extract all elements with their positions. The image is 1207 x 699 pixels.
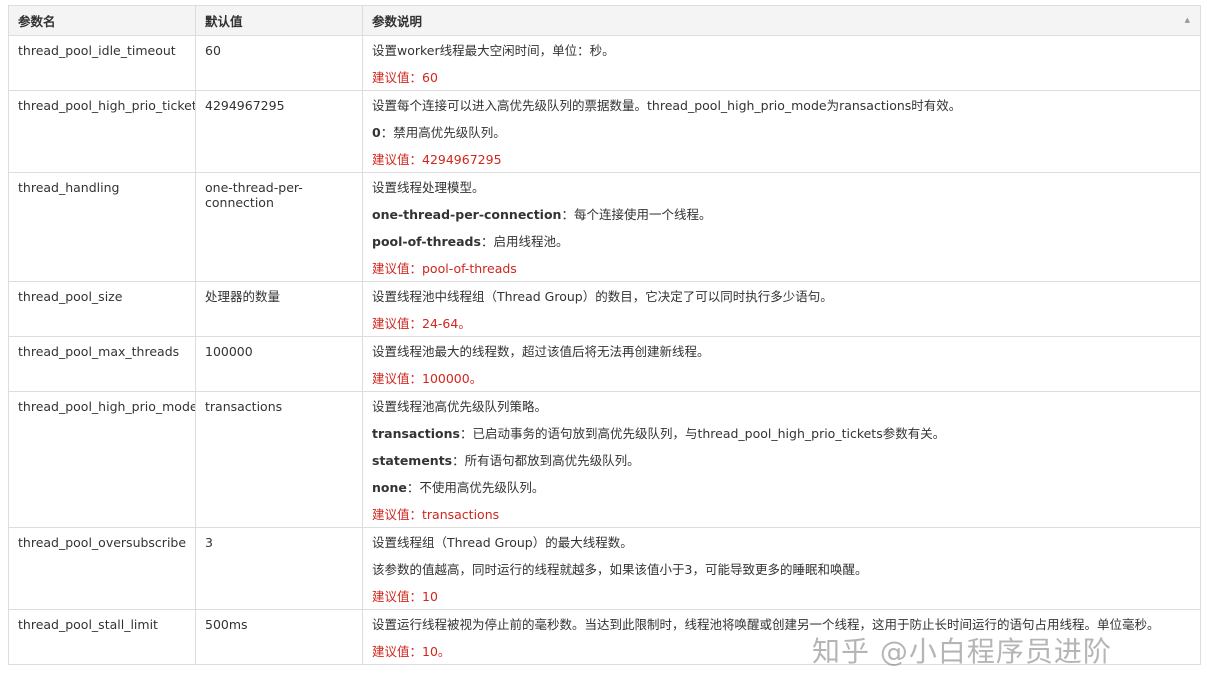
recommended-value: 建议值：4294967295 [372, 152, 502, 167]
desc-term-line: 0：禁用高优先级队列。 [372, 125, 1191, 140]
default-value-cell: 处理器的数量 [195, 281, 363, 337]
desc-text: 设置线程组（Thread Group）的最大线程数。 [372, 535, 633, 550]
table-row: thread_pool_stall_limit 500ms 设置运行线程被视为停止前… [8, 609, 1201, 665]
desc-term: statements [372, 453, 453, 468]
desc-text: 设置worker线程最大空闲时间，单位：秒。 [372, 43, 615, 58]
param-name-cell: thread_handling [8, 172, 196, 282]
table-row: thread_handling one-thread-per-connection… [8, 172, 1201, 282]
recommended-value: 建议值：60 [372, 70, 438, 85]
param-name-cell: thread_pool_idle_timeout [8, 35, 196, 91]
desc-text: 该参数的值越高，同时运行的线程就越多，如果该值小于3，可能导致更多的睡眠和唤醒。 [372, 562, 868, 577]
param-desc-cell: 设置线程池最大的线程数，超过该值后将无法再创建新线程。 建议值：100000。 [362, 336, 1201, 392]
desc-text: 设置每个连接可以进入高优先级队列的票据数量。thread_pool_high_p… [372, 98, 962, 113]
table-row: thread_pool_idle_timeout 60 设置worker线程最大空闲… [8, 35, 1201, 91]
recommended-value: 建议值：100000。 [372, 371, 483, 386]
recommended-value: 建议值：24-64。 [372, 316, 471, 331]
header-default-value[interactable]: 默认值 [195, 5, 363, 36]
desc-term-text: ：启用线程池。 [480, 234, 569, 249]
table-row: thread_pool_high_prio_mode transactions 设置… [8, 391, 1201, 528]
recommended-value: 建议值：10。 [372, 644, 451, 659]
desc-term-text: ：不使用高优先级队列。 [406, 480, 545, 495]
desc-term-line: none：不使用高优先级队列。 [372, 480, 1191, 495]
default-value-cell: transactions [195, 391, 363, 528]
default-value-cell: 60 [195, 35, 363, 91]
param-name-cell: thread_pool_oversubscribe [8, 527, 196, 610]
param-name-cell: thread_pool_size [8, 281, 196, 337]
desc-term: 0 [372, 125, 381, 140]
default-value-cell: 4294967295 [195, 90, 363, 173]
desc-term-line: transactions：已启动事务的语句放到高优先级队列，与thread_po… [372, 426, 1191, 441]
header-param-desc[interactable]: 参数说明 ▲ [362, 5, 1201, 36]
param-desc-cell: 设置线程组（Thread Group）的最大线程数。该参数的值越高，同时运行的线… [362, 527, 1201, 610]
table-body: thread_pool_idle_timeout 60 设置worker线程最大空闲… [8, 35, 1201, 665]
desc-text: 设置线程池高优先级队列策略。 [372, 399, 548, 414]
desc-term-text: ：所有语句都放到高优先级队列。 [452, 453, 640, 468]
param-name-cell: thread_pool_stall_limit [8, 609, 196, 665]
table-row: thread_pool_max_threads 100000 设置线程池最大的线程数… [8, 336, 1201, 392]
param-desc-cell: 设置运行线程被视为停止前的毫秒数。当达到此限制时，线程池将唤醒或创建另一个线程，… [362, 609, 1201, 665]
desc-term-line: statements：所有语句都放到高优先级队列。 [372, 453, 1191, 468]
desc-term-text: ：每个连接使用一个线程。 [561, 207, 712, 222]
param-name-cell: thread_pool_high_prio_tickets [8, 90, 196, 173]
param-desc-cell: 设置线程处理模型。 one-thread-per-connection：每个连接使… [362, 172, 1201, 282]
default-value-cell: 100000 [195, 336, 363, 392]
desc-text: 设置线程处理模型。 [372, 180, 485, 195]
desc-term: one-thread-per-connection [372, 207, 562, 222]
parameter-table: 参数名 默认值 参数说明 ▲ thread_pool_idle_timeout 6… [8, 5, 1201, 665]
desc-term-line: one-thread-per-connection：每个连接使用一个线程。 [372, 207, 1191, 222]
desc-term: transactions [372, 426, 460, 441]
param-desc-cell: 设置worker线程最大空闲时间，单位：秒。 建议值：60 [362, 35, 1201, 91]
desc-term: none [372, 480, 407, 495]
default-value-cell: 3 [195, 527, 363, 610]
table-header-row: 参数名 默认值 参数说明 ▲ [8, 5, 1201, 36]
header-param-desc-label: 参数说明 [372, 14, 423, 29]
desc-term-text: ：已启动事务的语句放到高优先级队列，与thread_pool_high_prio… [459, 426, 946, 441]
default-value-cell: one-thread-per-connection [195, 172, 363, 282]
desc-term: pool-of-threads [372, 234, 481, 249]
param-name-cell: thread_pool_high_prio_mode [8, 391, 196, 528]
param-name-cell: thread_pool_max_threads [8, 336, 196, 392]
desc-text: 设置线程池最大的线程数，超过该值后将无法再创建新线程。 [372, 344, 710, 359]
recommended-value: 建议值：transactions [372, 507, 500, 522]
table-row: thread_pool_high_prio_tickets 4294967295 设… [8, 90, 1201, 173]
header-param-name[interactable]: 参数名 [8, 5, 196, 36]
desc-text: 设置线程池中线程组（Thread Group）的数目，它决定了可以同时执行多少语… [372, 289, 833, 304]
param-desc-cell: 设置线程池高优先级队列策略。 transactions：已启动事务的语句放到高优先… [362, 391, 1201, 528]
param-desc-cell: 设置每个连接可以进入高优先级队列的票据数量。thread_pool_high_p… [362, 90, 1201, 173]
desc-term-text: ：禁用高优先级队列。 [380, 125, 506, 140]
recommended-value: 建议值：10 [372, 589, 438, 604]
recommended-value: 建议值：pool-of-threads [372, 261, 517, 276]
desc-text: 设置运行线程被视为停止前的毫秒数。当达到此限制时，线程池将唤醒或创建另一个线程，… [372, 617, 1160, 632]
desc-term-line: pool-of-threads：启用线程池。 [372, 234, 1191, 249]
table-row: thread_pool_size 处理器的数量 设置线程池中线程组（Thread G… [8, 281, 1201, 337]
sort-up-icon[interactable]: ▲ [1185, 16, 1190, 24]
table-row: thread_pool_oversubscribe 3 设置线程组（Thread G… [8, 527, 1201, 610]
param-desc-cell: 设置线程池中线程组（Thread Group）的数目，它决定了可以同时执行多少语… [362, 281, 1201, 337]
default-value-cell: 500ms [195, 609, 363, 665]
